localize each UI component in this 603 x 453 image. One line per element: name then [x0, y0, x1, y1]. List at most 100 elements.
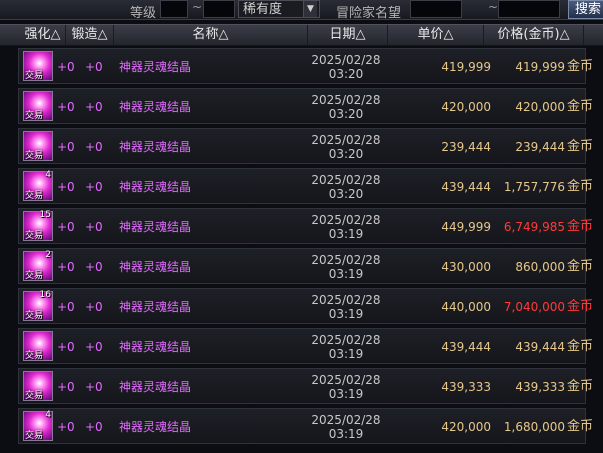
adventurer-fame-label: 冒险家名望: [336, 6, 402, 21]
unit-price: 439,444: [441, 180, 491, 194]
time-text: 03:19: [328, 267, 364, 281]
total-price: 1,757,776: [503, 180, 565, 194]
item-name: 神器灵魂结晶: [119, 100, 192, 114]
table-row[interactable]: 交易 +0 +0 神器灵魂结晶 2025/02/28 03:19 439,444 …: [18, 328, 593, 364]
table-row[interactable]: 16 交易 +0 +0 神器灵魂结晶 2025/02/28 03:19 440,0…: [18, 288, 593, 324]
time-text: 03:20: [328, 107, 364, 121]
enhance-value: +0: [57, 100, 75, 114]
artifact-soul-crystal-icon[interactable]: 15 交易: [23, 210, 53, 241]
stack-count: 15: [39, 210, 51, 220]
unit-price: 439,333: [441, 380, 491, 394]
unit-price: 449,999: [441, 220, 491, 234]
total-price: 6,749,985: [503, 220, 565, 234]
table-row[interactable]: 2 交易 +0 +0 神器灵魂结晶 2025/02/28 03:19 430,00…: [18, 248, 593, 284]
table-row[interactable]: 交易 +0 +0 神器灵魂结晶 2025/02/28 03:20 419,999 …: [18, 48, 593, 84]
enhance-value: +0: [57, 340, 75, 354]
table-row[interactable]: 交易 +0 +0 神器灵魂结晶 2025/02/28 03:20 420,000 …: [18, 88, 593, 124]
artifact-soul-crystal-icon[interactable]: 4 交易: [23, 410, 53, 441]
column-header-name[interactable]: 名称△: [114, 25, 308, 45]
rarity-select-value: 稀有度: [243, 2, 283, 17]
artifact-soul-crystal-icon[interactable]: 16 交易: [23, 290, 53, 321]
currency-label: 金币: [567, 219, 594, 234]
item-name: 神器灵魂结晶: [119, 380, 192, 394]
date-text: 2025/02/28: [311, 253, 381, 267]
date-text: 2025/02/28: [311, 373, 381, 387]
enhance-value: +0: [57, 380, 75, 394]
fame-max-input[interactable]: [498, 0, 560, 18]
table-header: 强化△ 锻造△ 名称△ 日期△ 单价△ 价格(金币)△: [0, 24, 603, 46]
forge-value: +0: [85, 100, 103, 114]
table-row[interactable]: 4 交易 +0 +0 神器灵魂结晶 2025/02/28 03:19 420,00…: [18, 408, 593, 444]
trade-tag: 交易: [25, 351, 44, 361]
currency-label: 金币: [567, 379, 594, 394]
time-text: 03:20: [328, 187, 364, 201]
listing-date: 2025/02/28 03:20: [301, 93, 391, 121]
total-price: 1,680,000: [503, 420, 565, 434]
total-price: 420,000: [515, 100, 565, 114]
trade-tag: 交易: [25, 71, 44, 81]
artifact-soul-crystal-icon[interactable]: 交易: [23, 131, 53, 161]
forge-value: +0: [85, 220, 103, 234]
forge-value: +0: [85, 140, 103, 154]
item-name: 神器灵魂结晶: [119, 420, 192, 434]
listing-date: 2025/02/28 03:19: [301, 373, 391, 401]
date-text: 2025/02/28: [311, 293, 381, 307]
unit-price: 440,000: [441, 300, 491, 314]
column-header-forge[interactable]: 锻造△: [66, 25, 114, 45]
column-header-enhance[interactable]: 强化△: [20, 25, 66, 45]
date-text: 2025/02/28: [311, 173, 381, 187]
listing-date: 2025/02/28 03:20: [301, 173, 391, 201]
listing-date: 2025/02/28 03:19: [301, 293, 391, 321]
artifact-soul-crystal-icon[interactable]: 交易: [23, 91, 53, 121]
column-header-date[interactable]: 日期△: [308, 25, 388, 45]
item-name: 神器灵魂结晶: [119, 180, 192, 194]
unit-price: 430,000: [441, 260, 491, 274]
forge-value: +0: [85, 300, 103, 314]
trade-tag: 交易: [25, 191, 44, 201]
time-text: 03:19: [328, 227, 364, 241]
listing-date: 2025/02/28 03:19: [301, 213, 391, 241]
item-name: 神器灵魂结晶: [119, 300, 192, 314]
table-row[interactable]: 4 交易 +0 +0 神器灵魂结晶 2025/02/28 03:20 439,44…: [18, 168, 593, 204]
chevron-down-icon[interactable]: ▼: [303, 1, 317, 17]
trade-tag: 交易: [25, 431, 44, 441]
column-header-price[interactable]: 价格(金币)△: [484, 25, 584, 45]
rarity-select[interactable]: 稀有度 ▼: [238, 0, 320, 18]
table-row[interactable]: 交易 +0 +0 神器灵魂结晶 2025/02/28 03:19 439,333 …: [18, 368, 593, 404]
time-text: 03:20: [328, 67, 364, 81]
item-name: 神器灵魂结晶: [119, 140, 192, 154]
artifact-soul-crystal-icon[interactable]: 4 交易: [23, 170, 53, 201]
artifact-soul-crystal-icon[interactable]: 交易: [23, 51, 53, 81]
trade-tag: 交易: [25, 231, 44, 241]
listing-date: 2025/02/28 03:19: [301, 253, 391, 281]
stack-count: 4: [45, 170, 51, 180]
fame-min-input[interactable]: [410, 0, 462, 18]
total-price: 439,444: [515, 340, 565, 354]
date-text: 2025/02/28: [311, 53, 381, 67]
artifact-soul-crystal-icon[interactable]: 交易: [23, 331, 53, 361]
table-row[interactable]: 15 交易 +0 +0 神器灵魂结晶 2025/02/28 03:19 449,9…: [18, 208, 593, 244]
level-max-input[interactable]: [203, 0, 235, 18]
table-row[interactable]: 交易 +0 +0 神器灵魂结晶 2025/02/28 03:20 239,444 …: [18, 128, 593, 164]
enhance-value: +0: [57, 180, 75, 194]
artifact-soul-crystal-icon[interactable]: 交易: [23, 371, 53, 401]
date-text: 2025/02/28: [311, 213, 381, 227]
trade-tag: 交易: [25, 311, 44, 321]
listing-date: 2025/02/28 03:19: [301, 333, 391, 361]
search-button[interactable]: 搜索: [568, 0, 603, 19]
item-name: 神器灵魂结晶: [119, 340, 192, 354]
trade-tag: 交易: [25, 151, 44, 161]
item-name: 神器灵魂结晶: [119, 220, 192, 234]
listing-date: 2025/02/28 03:20: [301, 53, 391, 81]
currency-label: 金币: [567, 59, 594, 74]
trade-tag: 交易: [25, 391, 44, 401]
fame-range-separator: ~: [488, 0, 499, 14]
level-min-input[interactable]: [160, 0, 188, 18]
column-header-unit-price[interactable]: 单价△: [388, 25, 484, 45]
item-name: 神器灵魂结晶: [119, 260, 192, 274]
unit-price: 439,444: [441, 340, 491, 354]
time-text: 03:19: [328, 387, 364, 401]
currency-label: 金币: [567, 99, 594, 114]
enhance-value: +0: [57, 420, 75, 434]
artifact-soul-crystal-icon[interactable]: 2 交易: [23, 250, 53, 281]
